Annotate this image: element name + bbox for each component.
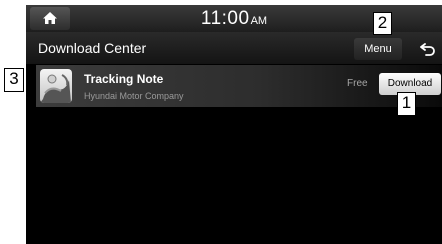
app-price: Free <box>347 78 368 89</box>
list-item[interactable]: Tracking Note Hyundai Motor Company Free… <box>36 65 442 107</box>
infotainment-screen: 11:00AM Download Center Menu Tracking No… <box>26 5 442 244</box>
app-company: Hyundai Motor Company <box>84 91 184 101</box>
clock-ampm: AM <box>250 15 268 27</box>
app-name: Tracking Note <box>84 72 164 86</box>
callout-3: 3 <box>4 68 24 92</box>
back-button[interactable] <box>414 38 440 60</box>
menu-button[interactable]: Menu <box>354 38 402 60</box>
page-title: Download Center <box>38 40 147 56</box>
tracking-note-app-icon <box>40 69 72 103</box>
callout-2: 2 <box>373 12 392 35</box>
title-bar: Download Center Menu <box>26 32 442 64</box>
clock-time: 11:00 <box>200 8 250 29</box>
callout-1: 1 <box>397 92 416 116</box>
back-arrow-icon <box>420 43 435 56</box>
